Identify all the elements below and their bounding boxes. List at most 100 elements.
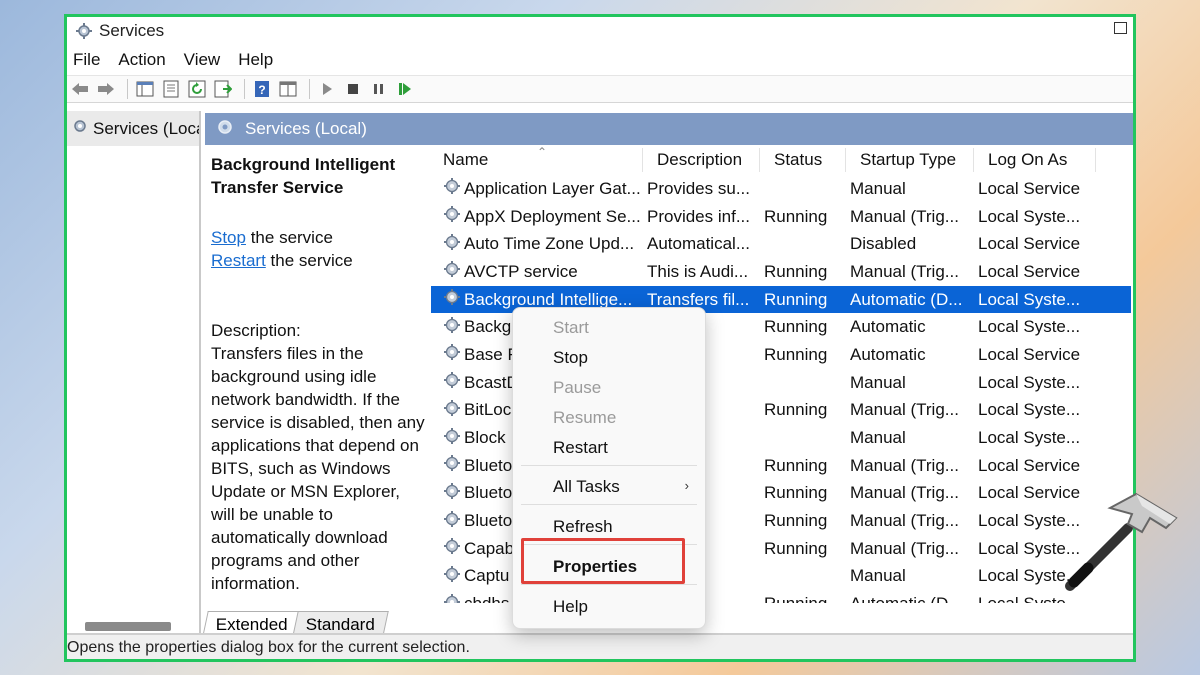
- service-name-text: Application Layer Gat...: [464, 178, 641, 198]
- title-bar: Services: [67, 17, 1133, 45]
- pause-service-icon[interactable]: [368, 78, 390, 100]
- startup-type-cell: Manual (Trig...: [850, 206, 959, 226]
- horizontal-scrollbar[interactable]: [85, 622, 171, 631]
- service-gear-icon: [443, 510, 461, 533]
- menu-item-pause[interactable]: Pause: [553, 378, 601, 398]
- log-on-as-cell: Local Syste...: [978, 428, 1081, 448]
- description-line: applications that depend on: [211, 436, 419, 455]
- forward-arrow-icon[interactable]: [95, 78, 117, 100]
- service-gear-icon: [443, 371, 461, 394]
- restart-link[interactable]: Restart: [211, 251, 266, 270]
- menu-item-help[interactable]: Help: [553, 597, 588, 617]
- menu-item-refresh[interactable]: Refresh: [553, 517, 613, 537]
- status-cell: Running: [764, 400, 828, 420]
- service-gear-icon: [443, 399, 461, 422]
- toolbar-divider: [127, 79, 128, 99]
- service-name-text: AVCTP service: [464, 261, 578, 281]
- service-name-text: Auto Time Zone Upd...: [464, 234, 635, 254]
- menu-item-stop[interactable]: Stop: [553, 348, 588, 368]
- submenu-chevron-icon: ›: [684, 478, 689, 493]
- status-cell: Running: [764, 344, 828, 364]
- service-name-text: AppX Deployment Se...: [464, 206, 641, 226]
- description-cell: This is Audi...: [647, 261, 749, 281]
- tree-item-label: Services (Loca: [93, 118, 199, 138]
- startup-type-cell: Manual: [850, 566, 906, 586]
- back-arrow-icon[interactable]: [69, 78, 91, 100]
- maximize-button[interactable]: [1114, 22, 1127, 34]
- tree-item-services-local[interactable]: Services (Loca: [67, 111, 199, 146]
- status-cell: Running: [764, 317, 828, 337]
- table-row[interactable]: Auto Time Zone Upd... Automatical... Disab…: [431, 230, 1131, 258]
- restart-service-icon[interactable]: [394, 78, 416, 100]
- status-cell: Running: [760, 594, 846, 603]
- services-gear-icon: [75, 22, 93, 40]
- sort-ascending-icon: ⌃: [537, 145, 548, 159]
- startup-type-cell: Manual (Trig...: [850, 538, 959, 558]
- refresh-icon[interactable]: [186, 78, 208, 100]
- stop-service-icon[interactable]: [342, 78, 364, 100]
- console-tree-icon[interactable]: [134, 78, 156, 100]
- properties-sheet-icon[interactable]: [160, 78, 182, 100]
- menu-item-start[interactable]: Start: [553, 318, 589, 338]
- service-gear-icon: [443, 454, 461, 477]
- svg-text:?: ?: [258, 83, 265, 97]
- stop-link[interactable]: Stop: [211, 228, 246, 247]
- service-name-text: BcastD: [464, 372, 519, 392]
- menu-item-all-tasks[interactable]: All Tasks: [553, 477, 620, 497]
- description-cell: Provides inf...: [647, 206, 750, 226]
- services-gear-icon: [215, 117, 235, 142]
- menu-help[interactable]: Help: [238, 50, 273, 70]
- service-name-text: Blueto: [464, 455, 513, 475]
- service-name-text: Block: [464, 428, 506, 448]
- console-tree-pane: Services (Loca: [67, 111, 201, 641]
- export-list-icon[interactable]: [212, 78, 234, 100]
- log-on-as-cell: Local Service: [978, 455, 1081, 475]
- show-hide-pane-icon[interactable]: [277, 78, 299, 100]
- column-header-status[interactable]: Status: [760, 148, 846, 172]
- startup-type-cell: Manual (Trig...: [850, 511, 959, 531]
- context-menu: Start Stop Pause Resume Restart All Task…: [512, 307, 706, 629]
- description-line: information.: [211, 574, 300, 593]
- startup-type-cell: Manual (Trig...: [850, 483, 959, 503]
- toolbar-divider: [309, 79, 310, 99]
- description-line: service is disabled, then any: [211, 413, 425, 432]
- start-service-icon[interactable]: [316, 78, 338, 100]
- service-name-cell: Application Layer Gat...: [431, 177, 643, 200]
- menu-view[interactable]: View: [184, 50, 221, 70]
- menu-separator: [521, 504, 697, 505]
- menu-item-resume[interactable]: Resume: [553, 408, 616, 428]
- service-gear-icon: [443, 343, 461, 366]
- service-name-cell: AppX Deployment Se...: [431, 205, 643, 228]
- service-gear-icon: [443, 565, 461, 588]
- description-line: background using idle: [211, 367, 377, 386]
- stop-service-line: Stop the service: [211, 228, 333, 247]
- status-cell: Running: [764, 511, 828, 531]
- menu-action[interactable]: Action: [118, 50, 165, 70]
- pane-header: Services (Local): [205, 113, 1133, 145]
- description-line: Update or MSN Explorer,: [211, 482, 400, 501]
- service-name-text: Capab: [464, 538, 515, 558]
- status-cell: Running: [764, 455, 828, 475]
- help-icon[interactable]: ?: [251, 78, 273, 100]
- column-header-startup-type[interactable]: Startup Type: [846, 148, 974, 172]
- service-gear-icon: [443, 288, 461, 311]
- log-on-as-cell: Local Service: [978, 344, 1081, 364]
- service-name-text: BitLoc: [464, 400, 512, 420]
- table-row[interactable]: Application Layer Gat... Provides su... Ma…: [431, 175, 1131, 203]
- column-header-description[interactable]: Description: [643, 148, 760, 172]
- table-row[interactable]: AppX Deployment Se... Provides inf... Runn…: [431, 203, 1131, 231]
- menu-item-restart[interactable]: Restart: [553, 438, 608, 458]
- toolbar-divider: [244, 79, 245, 99]
- menu-file[interactable]: File: [73, 50, 100, 70]
- status-cell: Running: [764, 483, 828, 503]
- column-header-log-on-as[interactable]: Log On As: [974, 148, 1096, 172]
- startup-type-cell: Automatic (D...: [846, 594, 974, 603]
- table-row[interactable]: AVCTP service This is Audi... Running Manua…: [431, 258, 1131, 286]
- menu-separator: [521, 465, 697, 466]
- service-name-cell: Auto Time Zone Upd...: [431, 233, 643, 256]
- service-gear-icon: [443, 482, 461, 505]
- menu-item-properties[interactable]: Properties: [553, 557, 637, 577]
- startup-type-cell: Disabled: [850, 234, 917, 254]
- log-on-as-cell: Local Service: [978, 234, 1081, 254]
- service-name-text: cbdhs: [464, 594, 509, 603]
